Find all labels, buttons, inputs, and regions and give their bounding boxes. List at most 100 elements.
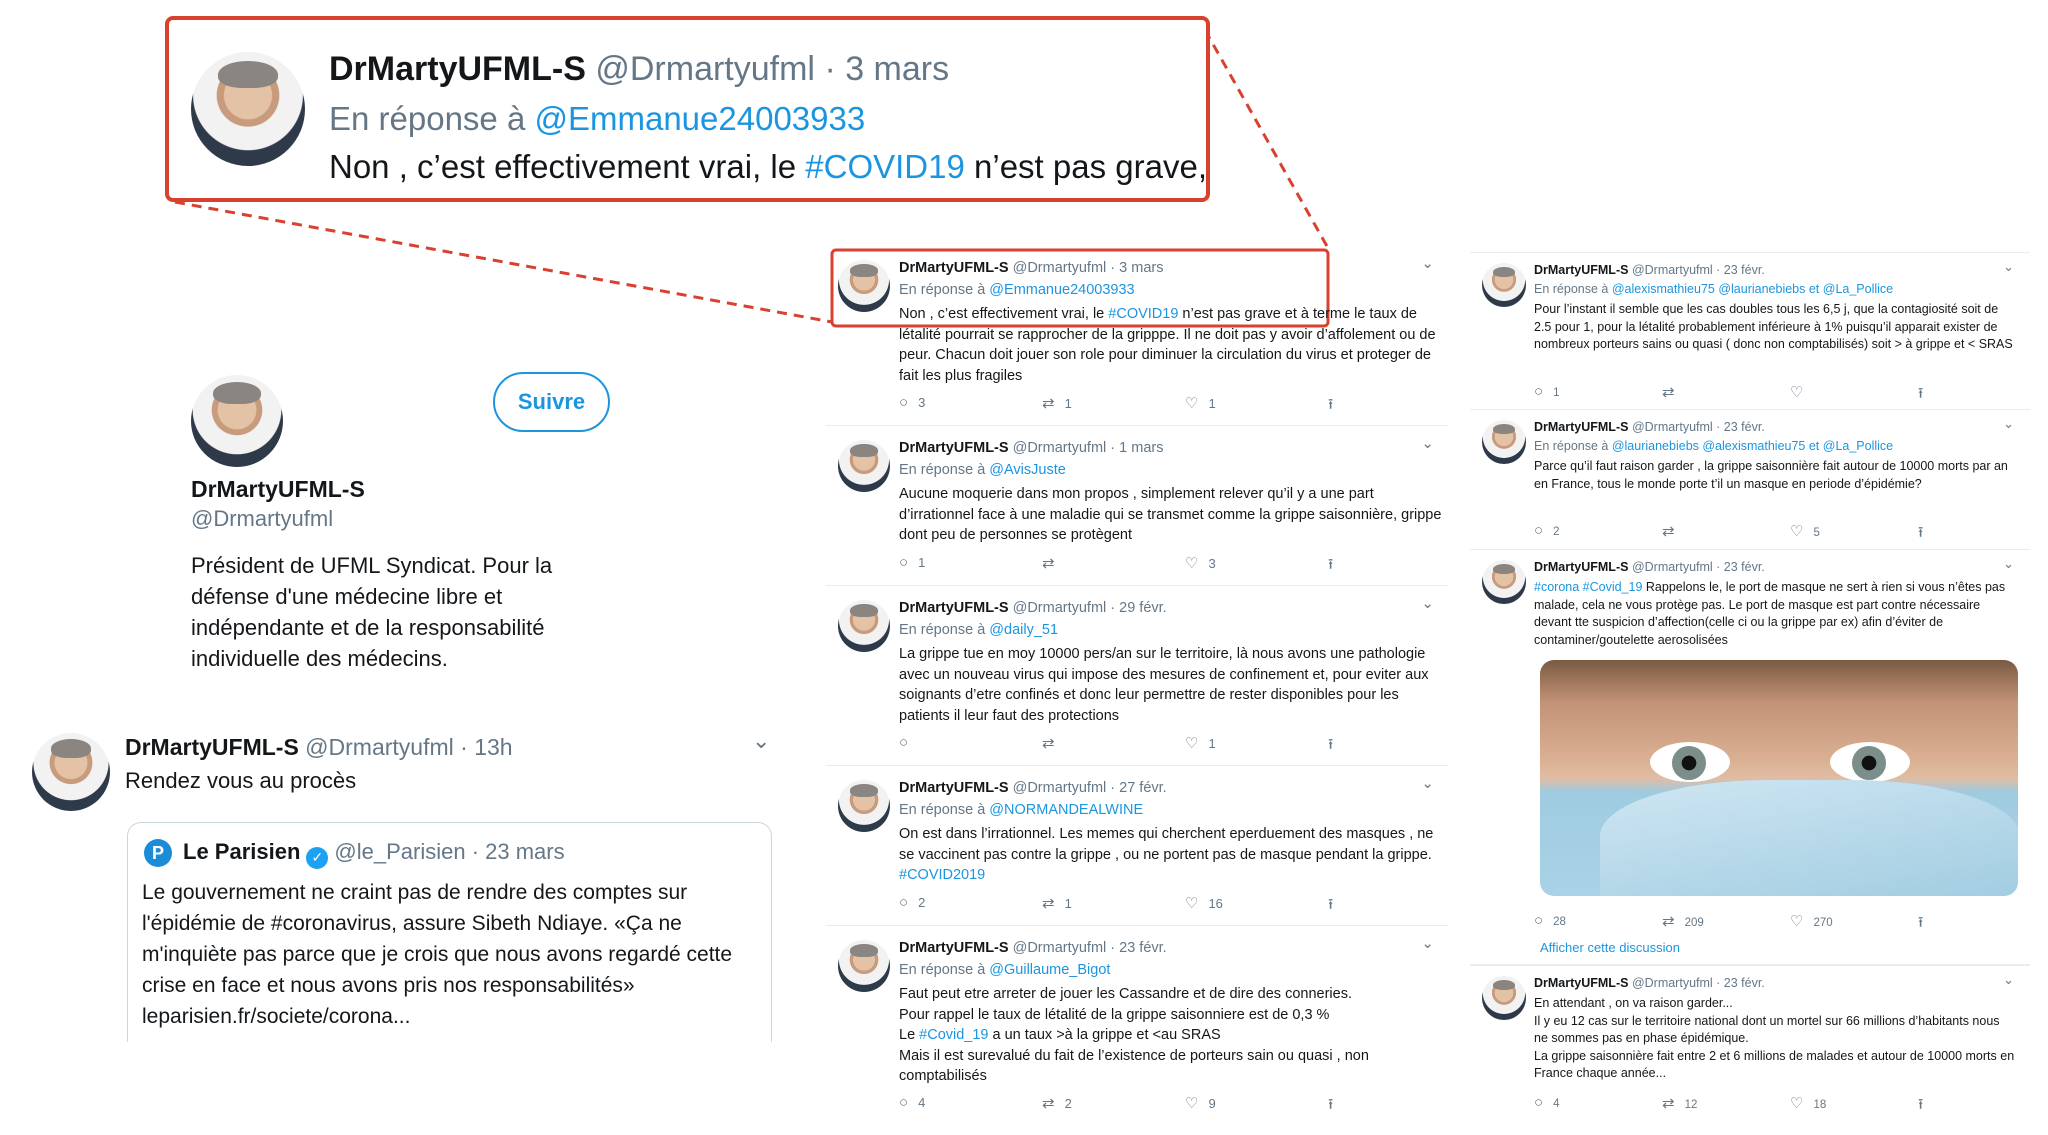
reply-mention[interactable]: @AvisJuste [989,462,1066,478]
author-name[interactable]: DrMartyUFML-S [899,940,1009,956]
author-handle[interactable]: @Drmartyufml [1013,600,1107,616]
follow-button[interactable]: Suivre [493,372,610,432]
author-handle[interactable]: @Drmartyufml [1632,420,1713,434]
hashtag-link[interactable]: #corona #Covid_19 [1534,580,1642,594]
share-button[interactable]: ⭱ [1918,383,2046,408]
avatar[interactable] [838,440,890,492]
reply-button[interactable]: ○ 4 [899,1094,1042,1119]
share-button[interactable]: ⭱ [1328,554,1471,579]
tweet-date[interactable]: · 3 mars [1110,260,1163,276]
chevron-down-icon[interactable]: ⌄ [1421,254,1434,272]
show-thread-link[interactable]: Afficher cette discussion [1540,940,1680,955]
author-handle[interactable]: @Drmartyufml [1013,440,1107,456]
reply-mention[interactable]: @Emmanue24003933 [534,100,865,137]
reply-button[interactable]: ○ 4 [1534,1094,1662,1119]
chevron-down-icon[interactable]: ⌄ [1421,434,1434,452]
like-button[interactable]: ♡ 5 [1790,522,1918,547]
tweet-item[interactable]: DrMartyUFML-S @Drmartyufml · 29 févr. ⌄ … [826,586,1448,766]
quoted-author-name[interactable]: Le Parisien [183,839,300,864]
share-button[interactable]: ⭱ [1328,734,1471,759]
hashtag-link[interactable]: #Covid_19 [919,1027,988,1043]
avatar[interactable] [32,733,110,811]
profile-handle[interactable]: @Drmartyufml [191,506,333,532]
author-handle[interactable]: @Drmartyufml [1013,940,1107,956]
reply-button[interactable]: ○ 1 [1534,383,1662,408]
author-name[interactable]: DrMartyUFML-S [1534,560,1628,574]
like-button[interactable]: ♡ 1 [1185,394,1328,419]
tweet-item[interactable]: DrMartyUFML-S @Drmartyufml · 1 mars ⌄ En… [826,426,1448,586]
hashtag-link[interactable]: #COVID19 [805,148,965,185]
tweet-item[interactable]: DrMartyUFML-S @Drmartyufml · 3 mars ⌄ En… [826,246,1448,426]
reply-button[interactable]: ○ 3 [899,394,1042,419]
tweet-item[interactable]: DrMartyUFML-S @Drmartyufml · 23 févr. ⌄ … [826,926,1448,1126]
share-button[interactable]: ⭱ [1918,1094,2046,1119]
tweet-item[interactable]: DrMartyUFML-S @Drmartyufml · 23 févr. ⌄ … [1470,965,2030,1125]
quoted-tweet-card[interactable]: P Le Parisien ✓ @le_Parisien · 23 mars Le … [127,822,772,1042]
author-name[interactable]: DrMartyUFML-S [1534,420,1628,434]
retweet-button[interactable]: ⇄ 12 [1662,1094,1790,1119]
reply-button[interactable]: ○ [899,734,1042,759]
chevron-down-icon[interactable]: ⌄ [1421,594,1434,612]
chevron-down-icon[interactable]: ⌄ [1421,934,1434,952]
profile-name[interactable]: DrMartyUFML-S [191,476,365,503]
tweet-item[interactable]: DrMartyUFML-S @Drmartyufml · 23 févr. ⌄ … [1470,410,2030,550]
tweet-item[interactable]: DrMartyUFML-S @Drmartyufml · 27 févr. ⌄ … [826,766,1448,926]
tweet-date[interactable]: · 3 mars [824,50,949,88]
tweet-date[interactable]: · 27 févr. [1110,780,1166,796]
reply-mention[interactable]: @laurianebiebs @alexismathieu75 et @La_P… [1612,439,1893,453]
retweet-button[interactable]: ⇄ [1042,554,1185,579]
author-name[interactable]: DrMartyUFML-S [1534,976,1628,990]
tweet-date[interactable]: · 29 févr. [1110,600,1166,616]
avatar[interactable] [1482,420,1526,464]
reply-button[interactable]: ○ 1 [899,554,1042,579]
avatar[interactable] [1482,560,1526,604]
profile-avatar[interactable] [191,375,283,467]
tweet-date[interactable]: · 23 févr. [1716,420,1765,434]
reply-button[interactable]: ○ 2 [899,894,1042,919]
tweet-item[interactable]: DrMartyUFML-S @Drmartyufml · 23 févr. ⌄ … [1470,252,2030,410]
chevron-down-icon[interactable]: ⌄ [2003,556,2014,572]
hashtag-link[interactable]: #COVID2019 [899,867,985,883]
reply-mention[interactable]: @Guillaume_Bigot [989,962,1110,978]
author-handle[interactable]: @Drmartyufml [1632,560,1713,574]
tweet-date[interactable]: · 13h [460,734,512,760]
retweet-button[interactable]: ⇄ 1 [1042,894,1185,919]
author-name[interactable]: DrMartyUFML-S [899,440,1009,456]
reply-mention[interactable]: @Emmanue24003933 [989,282,1134,298]
author-name[interactable]: DrMartyUFML-S [899,780,1009,796]
chevron-down-icon[interactable]: ⌄ [2003,972,2014,988]
quoted-author-handle[interactable]: @le_Parisien [334,839,465,864]
author-handle[interactable]: @Drmartyufml [1013,780,1107,796]
chevron-down-icon[interactable]: ⌄ [1421,774,1434,792]
like-button[interactable]: ♡ 270 [1790,912,1918,937]
avatar[interactable] [838,940,890,992]
author-name[interactable]: DrMartyUFML-S [125,734,299,760]
share-button[interactable]: ⭱ [1328,394,1471,419]
avatar[interactable] [838,600,890,652]
retweet-button[interactable]: ⇄ [1662,522,1790,547]
share-button[interactable]: ⭱ [1328,894,1471,919]
author-name[interactable]: DrMartyUFML-S [899,260,1009,276]
like-button[interactable]: ♡ [1790,383,1918,408]
author-handle[interactable]: @Drmartyufml [1013,260,1107,276]
author-handle[interactable]: @Drmartyufml [1632,976,1713,990]
reply-mention[interactable]: @alexismathieu75 @laurianebiebs et @La_P… [1612,282,1893,296]
retweet-button[interactable]: ⇄ [1662,383,1790,408]
tweet-date[interactable]: · 1 mars [1110,440,1163,456]
chevron-down-icon[interactable]: ⌄ [2003,259,2014,275]
tweet-date[interactable]: · 23 févr. [1716,263,1765,277]
like-button[interactable]: ♡ 1 [1185,734,1328,759]
author-name[interactable]: DrMartyUFML-S [1534,263,1628,277]
reply-button[interactable]: ○ 28 [1534,912,1662,937]
chevron-down-icon[interactable]: ⌄ [752,728,770,754]
author-handle[interactable]: @Drmartyufml [595,50,815,88]
like-button[interactable]: ♡ 16 [1185,894,1328,919]
tweet-date[interactable]: · 23 févr. [1716,560,1765,574]
tweet-date[interactable]: · 23 févr. [1110,940,1166,956]
avatar[interactable] [838,260,890,312]
tweet-photo-masked-face[interactable] [1540,660,2018,896]
author-name[interactable]: DrMartyUFML-S [899,600,1009,616]
author-handle[interactable]: @Drmartyufml [305,734,454,760]
chevron-down-icon[interactable]: ⌄ [2003,416,2014,432]
like-button[interactable]: ♡ 9 [1185,1094,1328,1119]
